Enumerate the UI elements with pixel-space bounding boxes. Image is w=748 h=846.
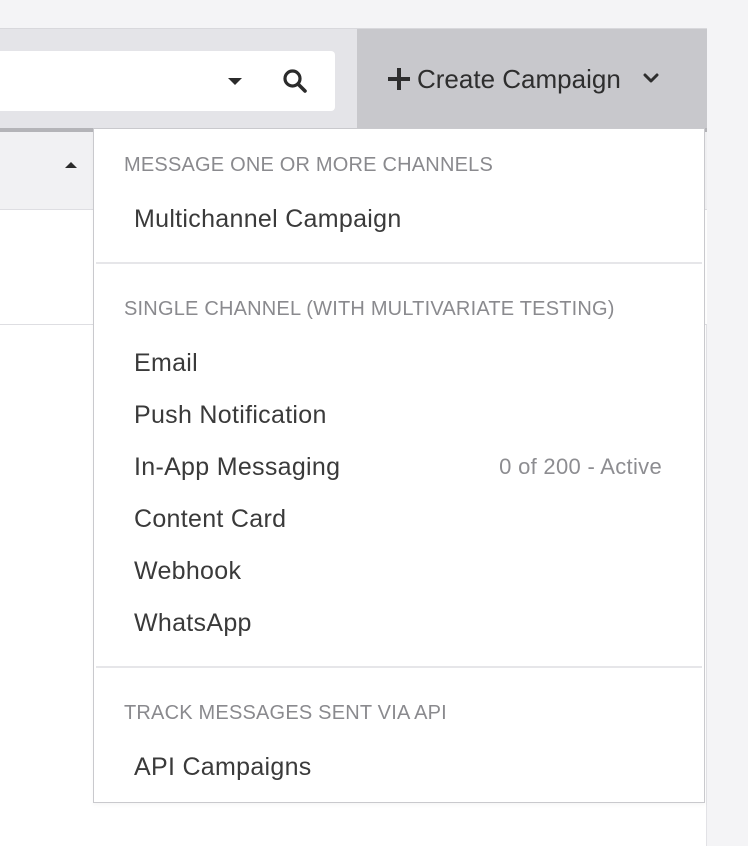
- menu-item-webhook[interactable]: Webhook: [94, 545, 704, 597]
- menu-divider: [96, 666, 702, 668]
- campaign-toolbar: Create Campaign: [0, 28, 707, 129]
- menu-item-in-app-messaging[interactable]: In-App Messaging 0 of 200 - Active: [94, 441, 704, 493]
- create-campaign-menu: MESSAGE ONE OR MORE CHANNELS Multichanne…: [93, 128, 705, 803]
- menu-item-label: Webhook: [134, 556, 242, 585]
- menu-item-label: In-App Messaging: [134, 452, 341, 481]
- menu-item-label: Email: [134, 348, 199, 377]
- plus-icon: [388, 68, 410, 90]
- menu-item-label: WhatsApp: [134, 608, 252, 637]
- search-icon[interactable]: [282, 68, 308, 94]
- menu-item-email[interactable]: Email: [94, 337, 704, 389]
- menu-item-api-campaigns[interactable]: API Campaigns: [94, 741, 704, 793]
- section-title-multichannel: MESSAGE ONE OR MORE CHANNELS: [124, 154, 493, 176]
- menu-item-label: Push Notification: [134, 400, 327, 429]
- in-app-active-count: 0 of 200 - Active: [499, 454, 662, 479]
- menu-item-multichannel-campaign[interactable]: Multichannel Campaign: [94, 193, 704, 245]
- menu-item-label: API Campaigns: [134, 752, 312, 781]
- create-campaign-button[interactable]: Create Campaign: [357, 29, 707, 129]
- menu-item-content-card[interactable]: Content Card: [94, 493, 704, 545]
- sort-ascending-icon[interactable]: [65, 162, 77, 168]
- menu-item-label: Multichannel Campaign: [134, 204, 402, 233]
- section-title-single-channel: SINGLE CHANNEL (WITH MULTIVARIATE TESTIN…: [124, 298, 615, 320]
- chevron-down-icon: [643, 73, 659, 83]
- section-title-api-tracking: TRACK MESSAGES SENT VIA API: [124, 702, 447, 724]
- menu-item-whatsapp[interactable]: WhatsApp: [94, 597, 704, 649]
- menu-item-label: Content Card: [134, 504, 287, 533]
- caret-down-icon[interactable]: [228, 78, 242, 85]
- menu-divider: [96, 262, 702, 264]
- search-input[interactable]: [0, 51, 335, 111]
- create-campaign-label: Create Campaign: [417, 63, 621, 94]
- menu-item-push-notification[interactable]: Push Notification: [94, 389, 704, 441]
